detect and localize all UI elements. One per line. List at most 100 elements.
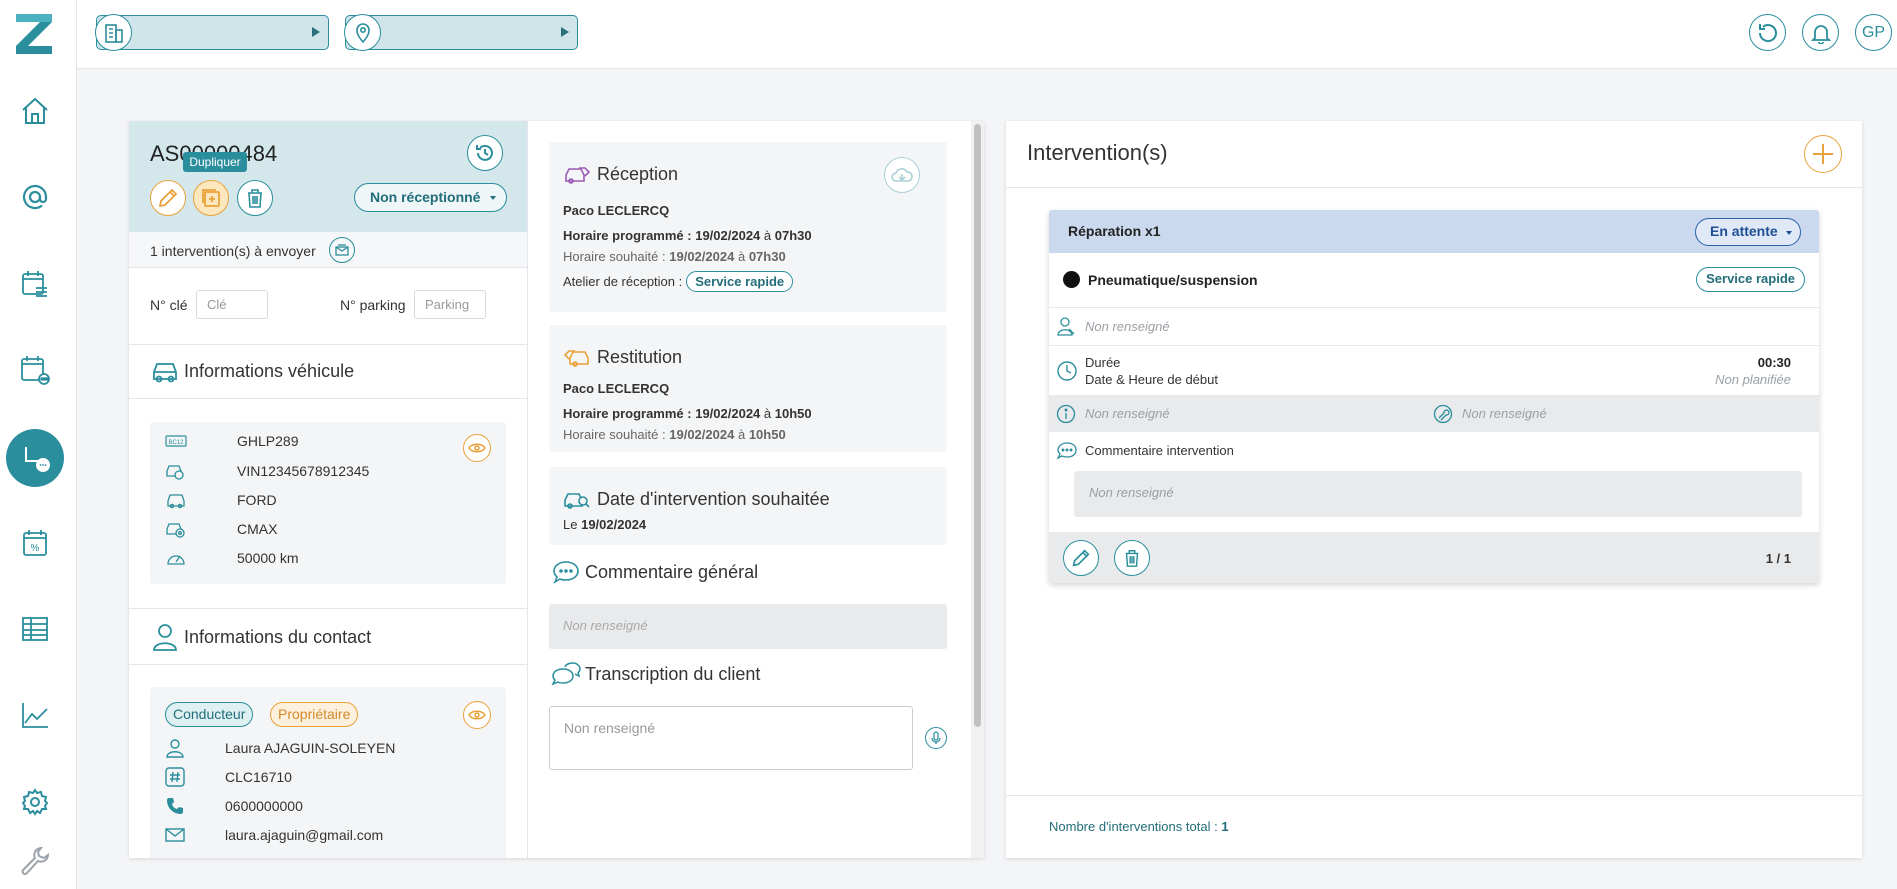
intervention-workshop-pill: Service rapide bbox=[1696, 267, 1805, 292]
vehicle-mileage: 50000 km bbox=[237, 550, 299, 566]
comment-label: Commentaire intervention bbox=[1085, 443, 1234, 458]
wished-date-value: Le 19/02/2024 bbox=[563, 517, 647, 532]
key-number-label: N° clé bbox=[150, 297, 188, 313]
reception-person: Paco LECLERCQ bbox=[563, 203, 670, 218]
sidebar: % bbox=[0, 0, 77, 889]
contact-name: Laura AJAGUIN-SOLEYEN bbox=[225, 740, 396, 756]
duplicate-tooltip: Dupliquer bbox=[183, 152, 247, 172]
comment-icon bbox=[1056, 441, 1078, 461]
reception-scheduled: Horaire programmé : 19/02/2024 à 07h30 bbox=[563, 228, 812, 243]
vehicle-vin-row: VIN12345678912345 bbox=[165, 460, 369, 482]
interventions-to-send: 1 intervention(s) à envoyer bbox=[150, 243, 316, 259]
add-intervention-button[interactable] bbox=[1804, 135, 1842, 173]
location-select[interactable] bbox=[344, 14, 578, 51]
caret-right-icon bbox=[312, 27, 320, 37]
duplicate-button[interactable] bbox=[193, 180, 229, 216]
delete-intervention-button[interactable] bbox=[1114, 540, 1150, 576]
scrollbar-thumb[interactable] bbox=[974, 124, 981, 727]
reception-workshop-row: Atelier de réception : Service rapide bbox=[563, 271, 794, 292]
vehicle-section-title: Informations véhicule bbox=[150, 349, 354, 393]
calendar-more-icon[interactable] bbox=[17, 352, 53, 388]
intervention-footer: 1 / 1 bbox=[1049, 533, 1819, 583]
vehicle-box: BC12 GHLP289 VIN12345678912345 FORD CMAX… bbox=[150, 422, 506, 584]
parking-number-input[interactable]: Parking bbox=[414, 290, 486, 319]
technician-icon bbox=[1056, 316, 1076, 336]
car-model-icon bbox=[165, 518, 195, 540]
user-icon bbox=[150, 622, 180, 652]
intervention-time-row: Durée Date & Heure de début 00:30 Non pl… bbox=[1049, 346, 1819, 396]
chat-icon bbox=[549, 659, 583, 689]
contact-section-title: Informations du contact bbox=[150, 615, 371, 659]
vehicle-brand-row: FORD bbox=[165, 489, 277, 511]
restitution-title-row: Restitution bbox=[563, 343, 682, 371]
refresh-button[interactable] bbox=[1749, 14, 1786, 51]
intervention-status-dropdown[interactable]: En attente bbox=[1695, 218, 1801, 246]
contact-email: laura.ajaguin@gmail.com bbox=[225, 827, 384, 843]
plus-icon bbox=[1813, 144, 1833, 164]
reception-cloud-button[interactable] bbox=[884, 157, 920, 193]
divider bbox=[1006, 187, 1862, 188]
general-comment-title: Commentaire général bbox=[585, 561, 759, 582]
intervention-category: Pneumatique/suspension bbox=[1088, 272, 1258, 288]
calendar-list-icon[interactable] bbox=[17, 266, 53, 302]
vehicle-view-button[interactable] bbox=[463, 434, 491, 462]
contact-client-code: CLC16710 bbox=[225, 769, 292, 785]
general-comment-title-row: Commentaire général bbox=[549, 557, 758, 587]
cloud-icon bbox=[891, 168, 913, 182]
wished-date-title: Date d'intervention souhaitée bbox=[597, 488, 830, 509]
transcription-textarea[interactable]: Non renseigné bbox=[549, 706, 913, 770]
intervention-info-row: Non renseigné Non renseigné bbox=[1049, 396, 1819, 432]
edit-button[interactable] bbox=[150, 180, 186, 216]
wrench-icon[interactable] bbox=[17, 843, 53, 879]
hash-icon bbox=[165, 766, 195, 788]
reception-icon[interactable] bbox=[6, 429, 64, 487]
vin-icon bbox=[165, 460, 195, 482]
logo-icon[interactable] bbox=[14, 10, 54, 54]
envelope-icon bbox=[165, 824, 195, 846]
send-row: 1 intervention(s) à envoyer bbox=[129, 232, 527, 268]
microphone-button[interactable] bbox=[925, 727, 947, 749]
send-button[interactable] bbox=[329, 237, 355, 263]
chart-icon[interactable] bbox=[17, 697, 53, 733]
reception-block: Réception Paco LECLERCQ Horaire programm… bbox=[549, 142, 947, 312]
intervention-comment-row: Commentaire intervention Non renseigné bbox=[1049, 432, 1819, 533]
pencil-icon bbox=[158, 188, 178, 208]
at-icon[interactable] bbox=[17, 179, 53, 215]
site-select[interactable] bbox=[95, 14, 329, 51]
restitution-scheduled: Horaire programmé : 19/02/2024 à 10h50 bbox=[563, 406, 812, 421]
user-avatar[interactable]: GP bbox=[1855, 14, 1892, 51]
reception-status-dropdown[interactable]: Non réceptionné bbox=[354, 183, 507, 212]
tool-value: Non renseigné bbox=[1462, 406, 1547, 421]
car-brand-icon bbox=[165, 489, 195, 511]
calendar-percent-icon[interactable]: % bbox=[17, 525, 53, 561]
vehicle-model-row: CMAX bbox=[165, 518, 277, 540]
home-icon[interactable] bbox=[17, 93, 53, 129]
bell-icon bbox=[1810, 24, 1831, 44]
key-number-input[interactable]: Clé bbox=[196, 290, 268, 319]
history-button[interactable] bbox=[467, 135, 503, 171]
car-reception-icon bbox=[563, 160, 591, 188]
table-icon[interactable] bbox=[17, 611, 53, 647]
interventions-total: Nombre d'interventions total : 1 bbox=[1049, 819, 1229, 834]
vehicle-plate: GHLP289 bbox=[237, 433, 299, 449]
column-scrollbar[interactable] bbox=[971, 121, 984, 858]
transcription-title-row: Transcription du client bbox=[549, 659, 760, 689]
vehicle-brand: FORD bbox=[237, 492, 277, 508]
notifications-button[interactable] bbox=[1802, 14, 1839, 51]
duration-value: 00:30 bbox=[1757, 355, 1791, 370]
intervention-title: Réparation x1 bbox=[1068, 223, 1161, 239]
info-icon bbox=[1056, 404, 1076, 424]
driver-tag: Conducteur bbox=[165, 702, 254, 727]
contact-view-button[interactable] bbox=[463, 701, 491, 729]
start-label: Date & Heure de début bbox=[1085, 372, 1218, 387]
reception-title-row: Réception bbox=[563, 160, 678, 188]
parking-number-label: N° parking bbox=[340, 297, 406, 313]
start-value: Non planifiée bbox=[1715, 372, 1791, 387]
tool-icon bbox=[1433, 404, 1453, 424]
gear-icon[interactable] bbox=[17, 784, 53, 820]
trash-icon bbox=[1125, 550, 1139, 567]
delete-button[interactable] bbox=[237, 180, 273, 216]
divider bbox=[129, 608, 527, 609]
vehicle-mileage-row: 50000 km bbox=[165, 547, 298, 569]
edit-intervention-button[interactable] bbox=[1063, 540, 1099, 576]
